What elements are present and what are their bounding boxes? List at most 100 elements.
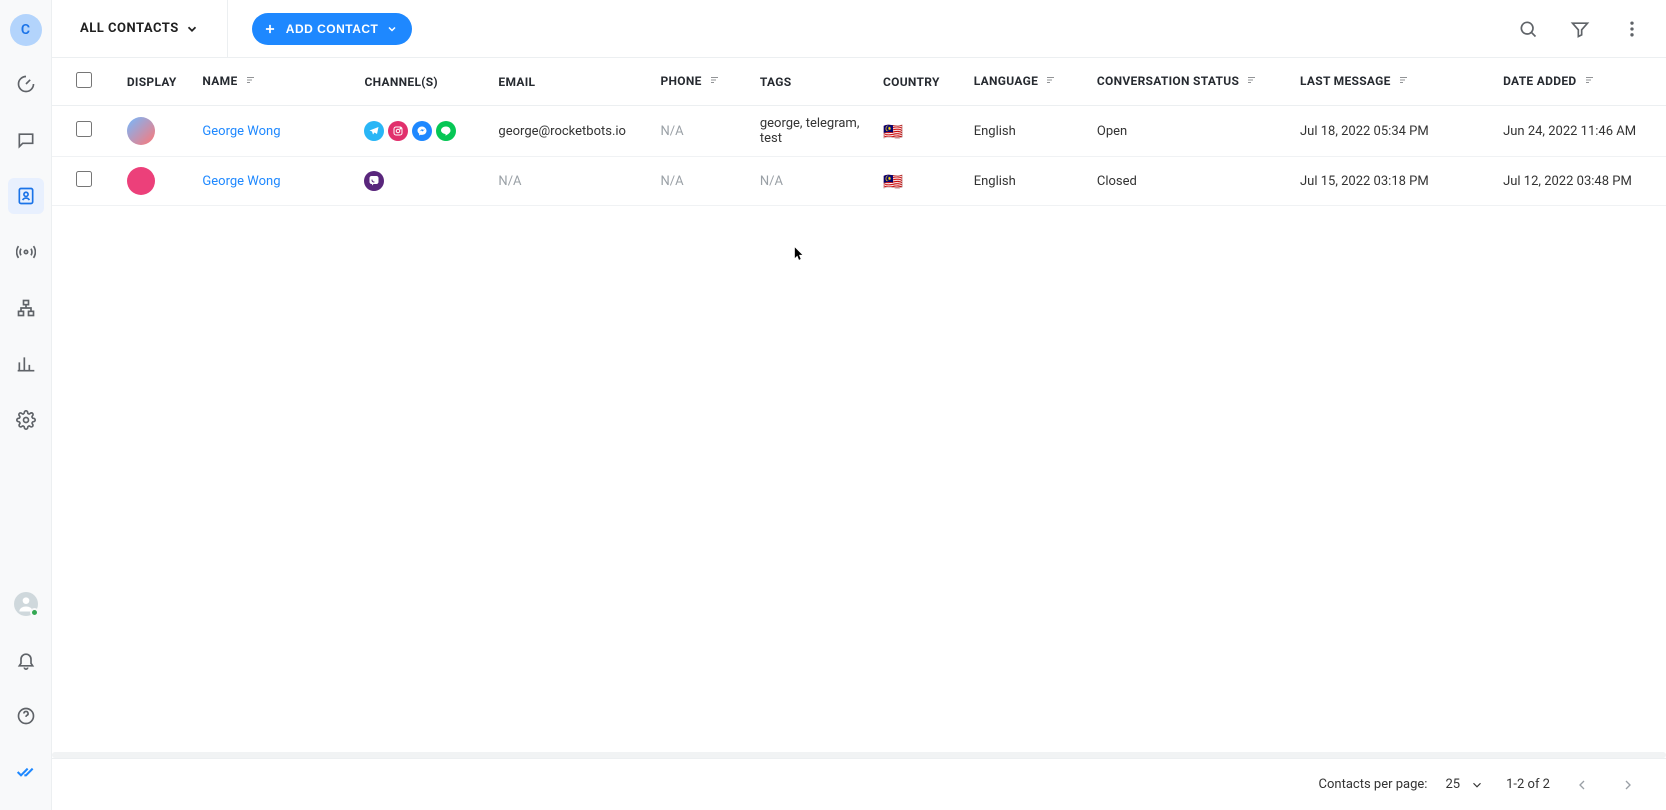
col-status-label: CONVERSATION STATUS (1097, 74, 1239, 88)
plus-icon (262, 21, 278, 37)
sort-icon (1398, 75, 1410, 89)
search-button[interactable] (1510, 11, 1546, 47)
nav-messages[interactable] (8, 122, 44, 158)
col-phone[interactable]: PHONE (650, 58, 749, 106)
cell-last-message: Jul 18, 2022 05:34 PM (1290, 106, 1493, 157)
nav-presence[interactable] (8, 586, 44, 622)
instagram-icon (388, 121, 408, 141)
cell-status: Open (1087, 106, 1290, 157)
col-name[interactable]: NAME (192, 58, 354, 106)
col-tags[interactable]: TAGS (750, 58, 873, 106)
channel-icons (364, 121, 478, 141)
chevron-down-icon (185, 22, 199, 36)
bell-icon (16, 650, 36, 670)
contact-avatar (127, 117, 155, 145)
channel-icons (364, 171, 478, 191)
contacts-table: DISPLAY NAME CHANNEL(S) EMAIL PHONE TAGS… (52, 58, 1666, 206)
col-status[interactable]: CONVERSATION STATUS (1087, 58, 1290, 106)
table-row[interactable]: George Wonggeorge@rocketbots.ioN/Ageorge… (52, 106, 1666, 157)
range-text: 1-2 of 2 (1506, 777, 1550, 792)
table-row[interactable]: George WongN/AN/AN/A🇲🇾EnglishClosedJul 1… (52, 157, 1666, 206)
table-body: George Wonggeorge@rocketbots.ioN/Ageorge… (52, 106, 1666, 206)
contact-name-link[interactable]: George Wong (202, 124, 280, 139)
per-page-value: 25 (1445, 777, 1460, 792)
chat-icon (16, 130, 36, 150)
segment-selector[interactable]: ALL CONTACTS (76, 15, 203, 42)
workspace-badge[interactable]: C (10, 14, 42, 46)
table-scroll[interactable]: DISPLAY NAME CHANNEL(S) EMAIL PHONE TAGS… (52, 58, 1666, 752)
cell-date-added: Jul 12, 2022 03:48 PM (1493, 157, 1666, 206)
select-all-checkbox[interactable] (76, 72, 92, 88)
contacts-icon (16, 186, 36, 206)
col-name-label: NAME (202, 74, 237, 88)
flag-icon: 🇲🇾 (883, 172, 903, 191)
nav-broadcast[interactable] (8, 234, 44, 270)
row-select-checkbox[interactable] (76, 121, 92, 137)
col-display[interactable]: DISPLAY (117, 58, 193, 106)
prev-page-button[interactable] (1568, 771, 1596, 799)
cell-last-message: Jul 15, 2022 03:18 PM (1290, 157, 1493, 206)
col-last-message[interactable]: LAST MESSAGE (1290, 58, 1493, 106)
nav-dashboard[interactable] (8, 66, 44, 102)
per-page-label: Contacts per page: (1319, 777, 1428, 792)
cursor-artifact (794, 246, 804, 262)
footer: Contacts per page: 25 1-2 of 2 (52, 758, 1666, 810)
sidebar: C (0, 0, 52, 810)
col-phone-label: PHONE (660, 74, 701, 88)
filter-button[interactable] (1562, 11, 1598, 47)
line-icon (436, 121, 456, 141)
nav-notifications[interactable] (8, 642, 44, 678)
col-language-label: LANGUAGE (974, 74, 1038, 88)
col-select (52, 58, 117, 106)
nav-bottom (8, 586, 44, 790)
row-select-checkbox[interactable] (76, 171, 92, 187)
cell-date-added: Jun 24, 2022 11:46 AM (1493, 106, 1666, 157)
cell-language: English (964, 106, 1087, 157)
nav-settings[interactable] (8, 402, 44, 438)
sort-icon (1246, 75, 1258, 89)
sort-icon (245, 75, 257, 89)
messenger-icon (412, 121, 432, 141)
main: ALL CONTACTS ADD CONTACT (52, 0, 1666, 810)
col-channels[interactable]: CHANNEL(S) (354, 58, 488, 106)
sort-icon (1584, 75, 1596, 89)
next-page-button[interactable] (1614, 771, 1642, 799)
per-page-select[interactable]: 25 (1441, 775, 1488, 794)
chevron-down-icon (386, 23, 398, 35)
col-country[interactable]: COUNTRY (873, 58, 964, 106)
bar-chart-icon (16, 354, 36, 374)
col-date-added[interactable]: DATE ADDED (1493, 58, 1666, 106)
gauge-icon (16, 74, 36, 94)
nav-reports[interactable] (8, 346, 44, 382)
search-icon (1518, 19, 1538, 39)
nav-help[interactable] (8, 698, 44, 734)
contact-name-link[interactable]: George Wong (202, 174, 280, 189)
cell-phone: N/A (650, 106, 749, 157)
cell-tags: george, telegram, test (750, 106, 873, 157)
presence-dot (30, 608, 39, 617)
user-avatar (14, 592, 38, 616)
col-email[interactable]: EMAIL (488, 58, 650, 106)
table-header: DISPLAY NAME CHANNEL(S) EMAIL PHONE TAGS… (52, 58, 1666, 106)
cell-tags: N/A (750, 157, 873, 206)
help-icon (16, 706, 36, 726)
more-button[interactable] (1614, 11, 1650, 47)
add-contact-label: ADD CONTACT (286, 22, 379, 36)
col-language[interactable]: LANGUAGE (964, 58, 1087, 106)
cell-country: 🇲🇾 (873, 106, 964, 157)
cell-status: Closed (1087, 157, 1290, 206)
cell-language: English (964, 157, 1087, 206)
chevron-left-icon (1574, 777, 1590, 793)
org-tree-icon (16, 298, 36, 318)
viber-icon (364, 171, 384, 191)
sort-icon (709, 75, 721, 89)
col-date-added-label: DATE ADDED (1503, 74, 1576, 88)
gear-icon (16, 410, 36, 430)
add-contact-button[interactable]: ADD CONTACT (252, 13, 413, 45)
col-last-message-label: LAST MESSAGE (1300, 74, 1391, 88)
nav-tasks[interactable] (8, 754, 44, 790)
broadcast-icon (16, 242, 36, 262)
nav-workflows[interactable] (8, 290, 44, 326)
header: ALL CONTACTS ADD CONTACT (52, 0, 1666, 58)
nav-contacts[interactable] (8, 178, 44, 214)
